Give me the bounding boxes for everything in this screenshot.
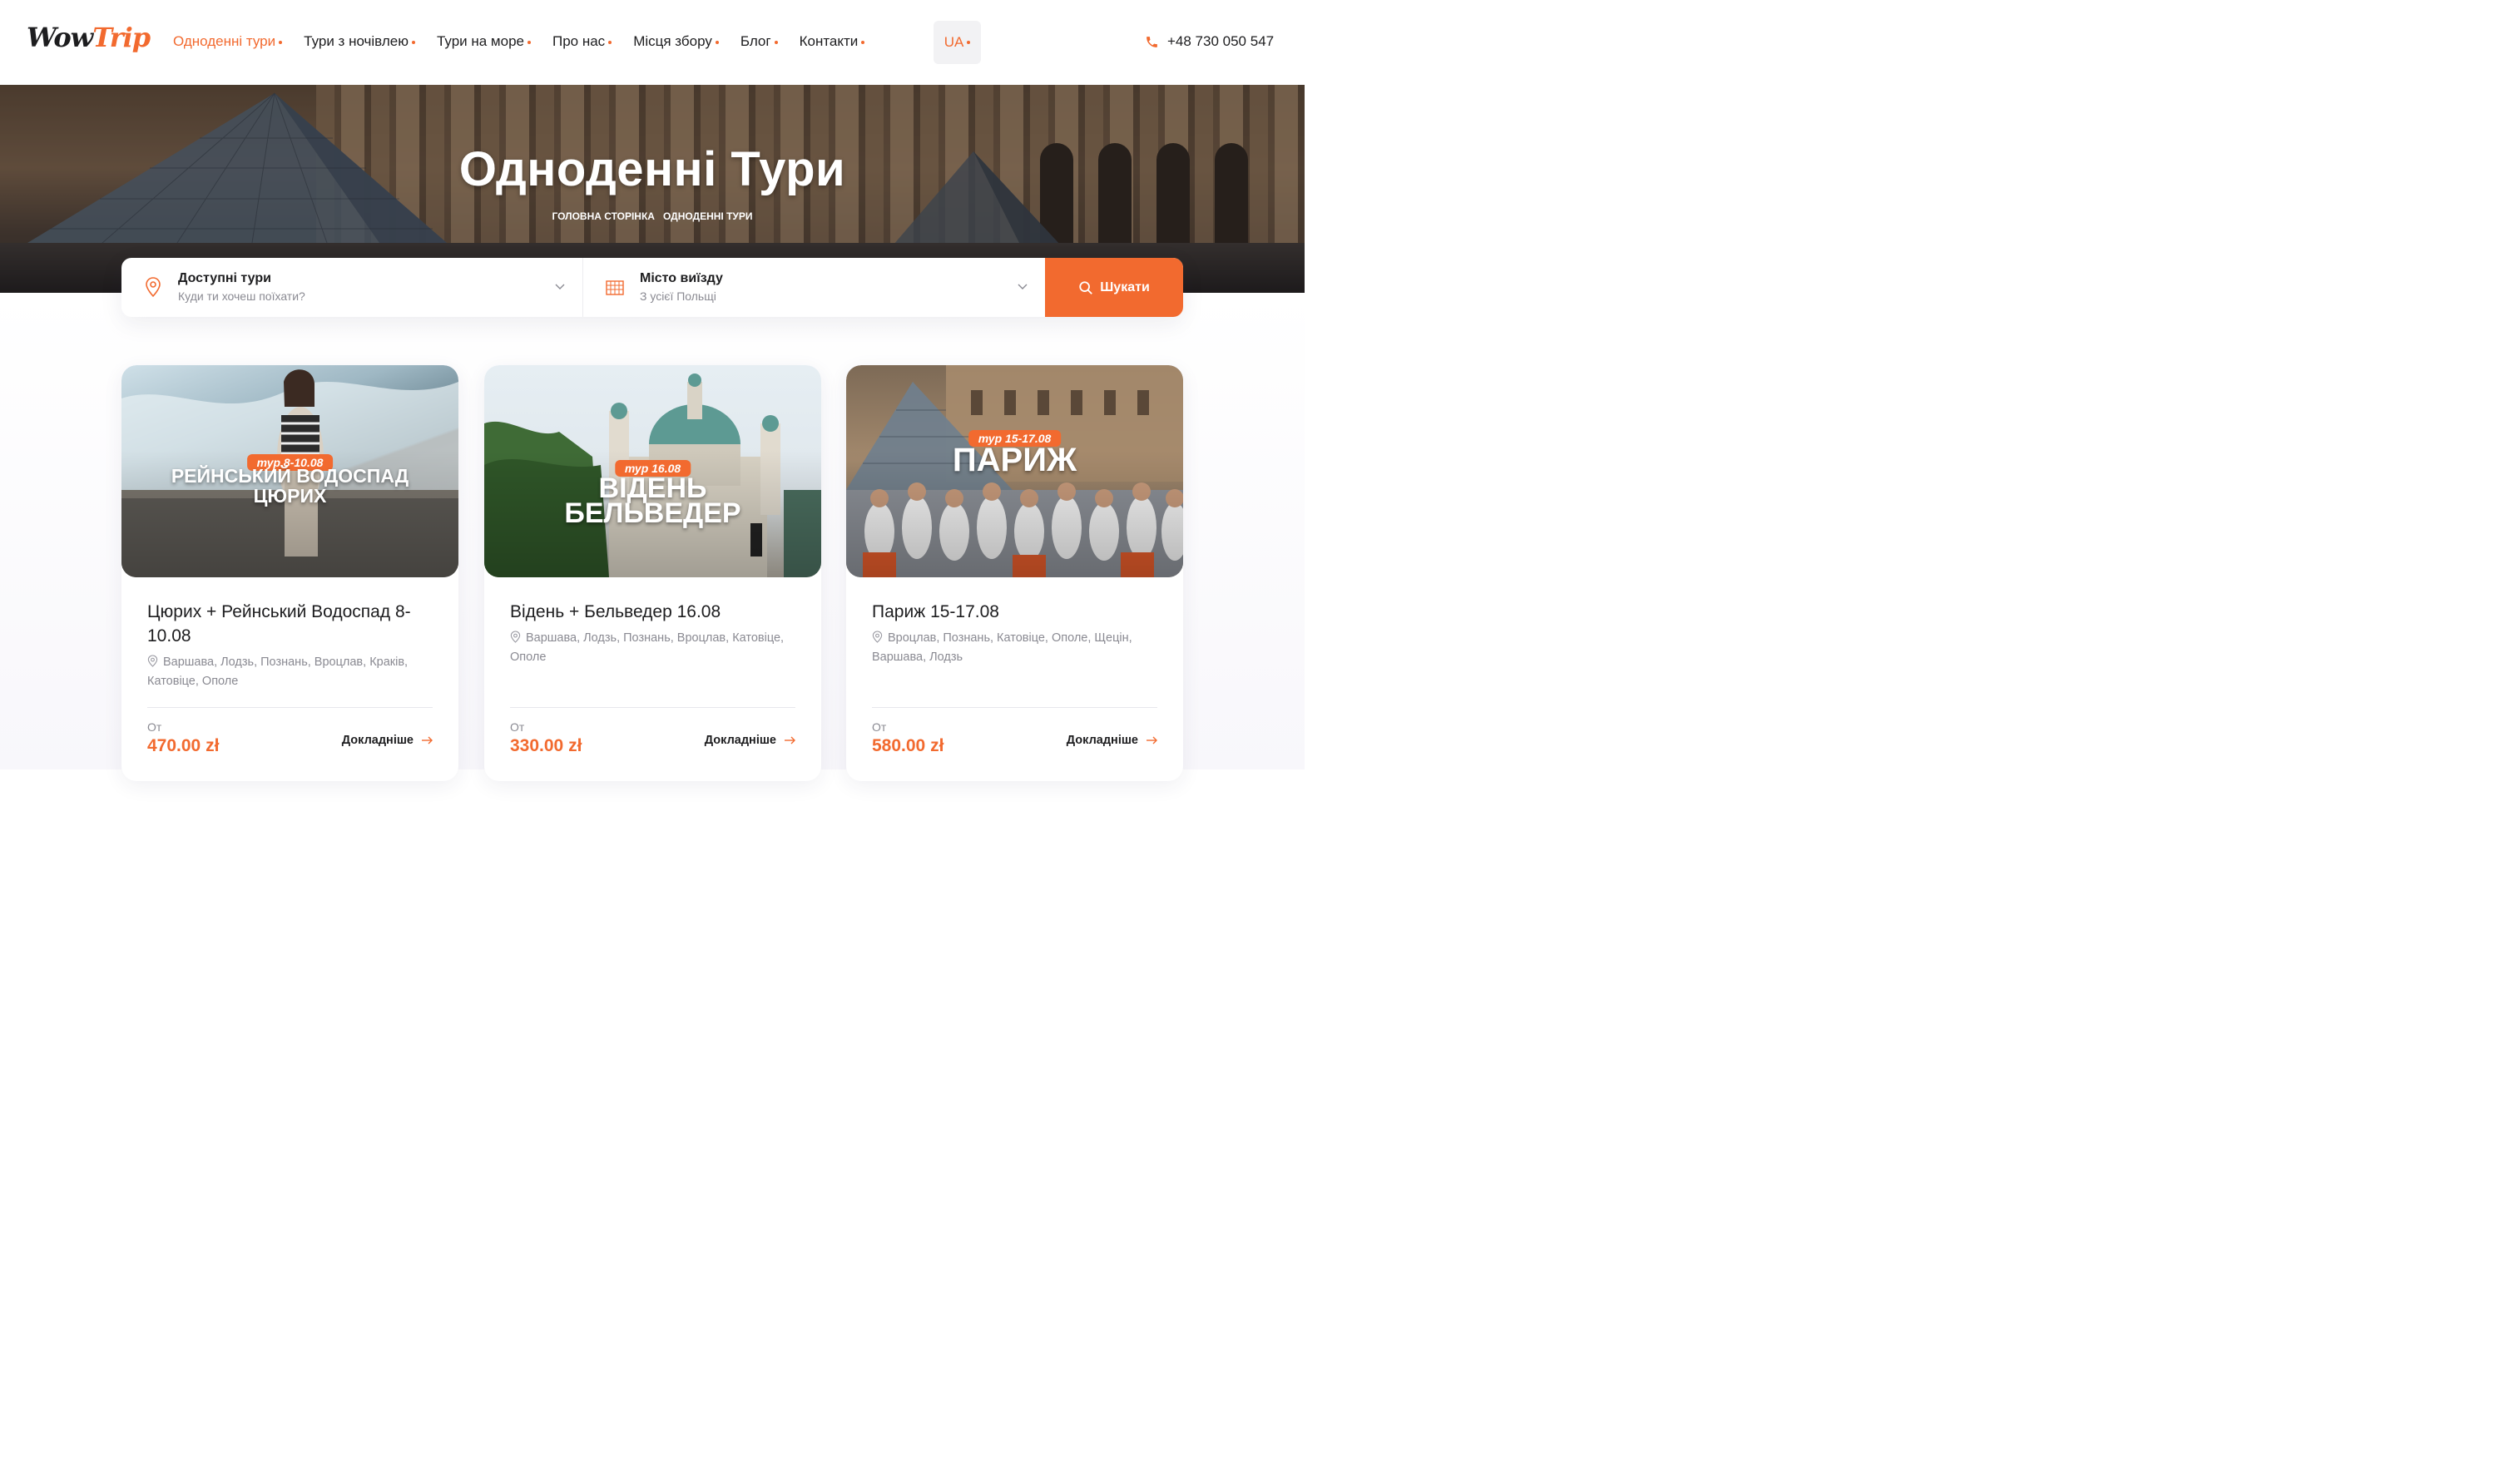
details-link-label: Докладніше <box>1066 734 1138 747</box>
breadcrumb-current: Одноденні тури <box>662 210 753 222</box>
cities-text: Варшава, Лодзь, Познань, Вроцлав, Катові… <box>510 631 785 664</box>
details-link-label: Докладніше <box>704 734 776 747</box>
phone-number: +48 730 050 547 <box>1167 33 1275 49</box>
tour-search-bar: Доступні тури Куди ти хочеш поїхати? Міс… <box>121 258 1183 317</box>
tour-price: 470.00 zł <box>147 736 220 755</box>
nav-item-one-day-tours[interactable]: Одноденні тури <box>173 33 283 50</box>
cities-text: Варшава, Лодзь, Познань, Вроцлав, Краків… <box>147 655 409 688</box>
poster-line-2: ЦЮРИХ <box>253 485 327 507</box>
nav-dot <box>861 40 865 44</box>
phone-link[interactable]: +48 730 050 547 <box>1145 33 1274 50</box>
arrow-right-icon <box>785 736 795 744</box>
nav-dot <box>279 40 283 44</box>
logo-wow: Wow <box>27 22 93 53</box>
tour-card-image[interactable]: тур 15-17.08 ПАРИЖ <box>846 365 1183 577</box>
nav-item-contacts[interactable]: Контакти <box>800 33 865 50</box>
location-pin-icon <box>147 655 158 667</box>
nav-dot <box>774 40 778 44</box>
arrow-right-icon <box>1147 736 1157 744</box>
details-link[interactable]: Докладніше <box>342 734 433 747</box>
tour-price: 330.00 zł <box>510 736 582 755</box>
card-divider <box>872 707 1157 708</box>
tours-dropdown-label: Доступні тури <box>178 271 271 285</box>
language-label: UA <box>944 34 964 50</box>
arrow-right-icon <box>422 736 433 744</box>
price-from-label: От <box>872 720 887 734</box>
details-link[interactable]: Докладніше <box>1067 734 1158 747</box>
card-divider <box>510 707 795 708</box>
tour-card-image[interactable]: тур 16.08 ВІДЕНЬ БЕЛЬВЕДЕР <box>484 365 821 577</box>
price-from-label: От <box>510 720 525 734</box>
chevron-down-icon <box>555 284 565 289</box>
nav-dot <box>527 40 531 44</box>
location-pin-icon <box>146 277 161 298</box>
logo[interactable]: WowTrip <box>27 22 151 63</box>
details-link[interactable]: Докладніше <box>705 734 796 747</box>
poster-line-2: БЕЛЬВЕДЕР <box>564 497 741 529</box>
departure-city-placeholder: З усієї Польщі <box>640 289 716 303</box>
nav-dot <box>411 40 415 44</box>
site-header: WowTrip Одноденні тури Тури з ночівлею Т… <box>0 0 1305 85</box>
tours-dropdown-placeholder: Куди ти хочеш поїхати? <box>178 289 305 303</box>
nav-label: Тури на море <box>436 33 524 49</box>
page-title: Одноденні Тури <box>458 142 846 196</box>
nav-label: Про нас <box>552 33 606 49</box>
nav-item-overnight-tours[interactable]: Тури з ночівлею <box>304 33 415 50</box>
nav-dot <box>967 41 971 44</box>
tour-card-cities: Варшава, Лодзь, Познань, Вроцлав, Катові… <box>510 629 797 667</box>
tour-card-cities: Вроцлав, Познань, Катовіце, Ополе, Щецін… <box>872 629 1159 667</box>
language-switcher[interactable]: UA <box>934 21 981 64</box>
nav-label: Тури з ночівлею <box>304 33 409 49</box>
tour-card-title[interactable]: Париж 15-17.08 <box>872 600 1159 624</box>
tour-card: тур 16.08 ВІДЕНЬ БЕЛЬВЕДЕР Відень + Бель… <box>484 365 821 781</box>
tour-card: тур 8-10.08 РЕЙНСЬКИЙ ВОДОСПАД ЦЮРИХ Цюр… <box>121 365 458 781</box>
card-divider <box>147 707 433 708</box>
search-icon <box>1079 280 1093 294</box>
breadcrumb: Головна сторінка Одноденні тури <box>0 210 1305 222</box>
tour-card-image[interactable]: тур 8-10.08 РЕЙНСЬКИЙ ВОДОСПАД ЦЮРИХ <box>121 365 458 577</box>
nav-item-about[interactable]: Про нас <box>552 33 612 50</box>
poster-line-1: РЕЙНСЬКИЙ ВОДОСПАД <box>171 465 409 487</box>
breadcrumb-home[interactable]: Головна сторінка <box>552 210 655 222</box>
nav-dot <box>608 40 612 44</box>
logo-trip: Trip <box>92 22 151 53</box>
tour-price: 580.00 zł <box>872 736 944 755</box>
main-nav: Одноденні тури Тури з ночівлею Тури на м… <box>173 33 886 50</box>
departure-city-label: Місто виїзду <box>640 271 723 285</box>
nav-item-blog[interactable]: Блог <box>740 33 778 50</box>
search-button[interactable]: Шукати <box>1045 258 1183 317</box>
departure-city-dropdown[interactable]: Місто виїзду З усієї Польщі <box>583 258 1045 317</box>
nav-label: Контакти <box>799 33 859 49</box>
tour-card-title[interactable]: Відень + Бельведер 16.08 <box>510 600 797 624</box>
location-pin-icon <box>872 631 883 643</box>
details-link-label: Докладніше <box>341 734 414 747</box>
price-from-label: От <box>147 720 162 734</box>
tours-dropdown[interactable]: Доступні тури Куди ти хочеш поїхати? <box>121 258 583 317</box>
tour-card-title[interactable]: Цюрих + Рейнський Водоспад 8-10.08 <box>147 600 434 648</box>
poster-line-1: ПАРИЖ <box>952 442 1077 478</box>
location-pin-icon <box>510 631 521 643</box>
nav-label: Місця збору <box>633 33 712 49</box>
tour-card-cities: Варшава, Лодзь, Познань, Вроцлав, Краків… <box>147 653 434 691</box>
cities-text: Вроцлав, Познань, Катовіце, Ополе, Щецін… <box>872 631 1132 664</box>
nav-dot <box>715 40 719 44</box>
search-button-label: Шукати <box>1100 279 1150 294</box>
nav-item-meeting-points[interactable]: Місця збору <box>633 33 719 50</box>
chevron-down-icon <box>1018 284 1028 289</box>
tour-card: тур 15-17.08 ПАРИЖ Париж 15-17.08 Вроцла… <box>846 365 1183 781</box>
nav-item-sea-tours[interactable]: Тури на море <box>437 33 531 50</box>
phone-icon <box>1147 36 1157 47</box>
nav-label: Одноденні тури <box>173 33 276 49</box>
city-building-icon <box>606 280 624 295</box>
nav-label: Блог <box>740 33 771 49</box>
